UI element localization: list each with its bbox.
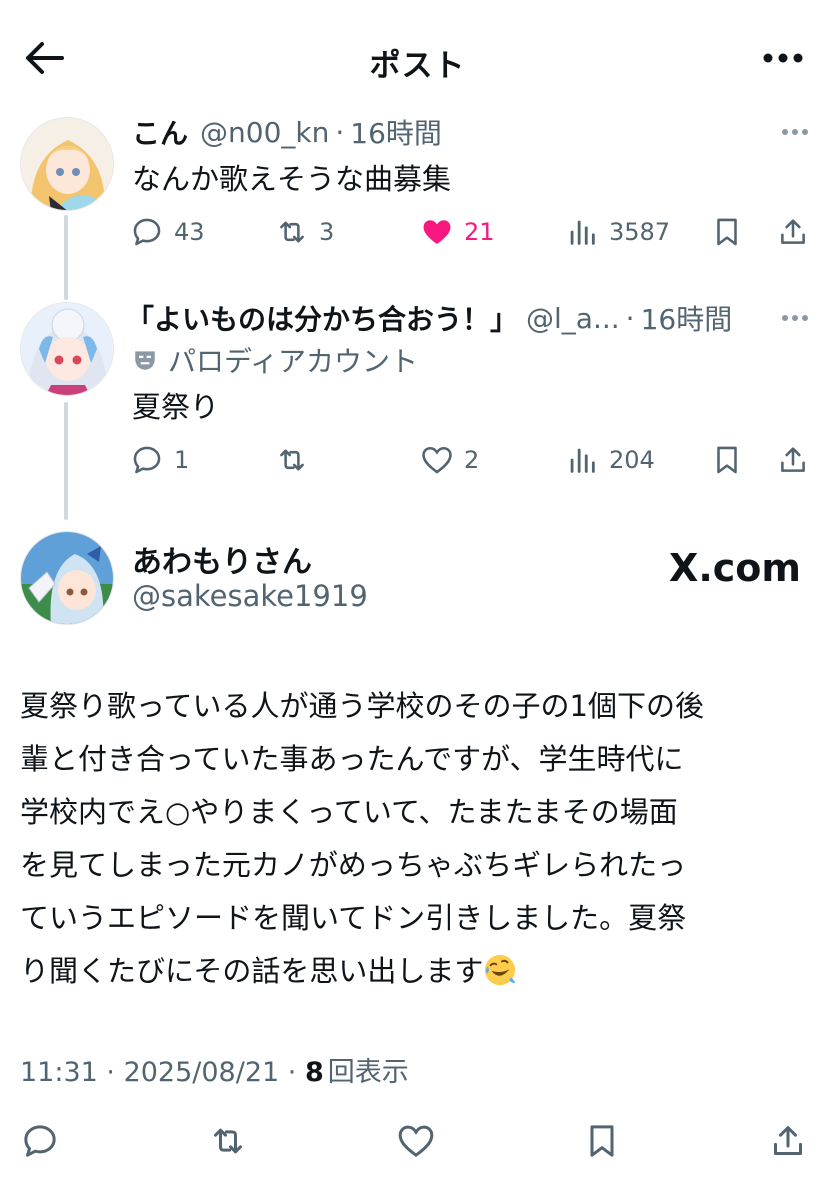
reply-icon	[133, 446, 161, 474]
reply-button[interactable]: 1	[130, 438, 189, 482]
display-name[interactable]: あわもりさん	[132, 537, 312, 581]
repost-button[interactable]	[275, 438, 319, 482]
like-button[interactable]: 2	[420, 438, 479, 482]
post-text: 夏祭り歌っている人が通う学校のその子の1個下の後 輩と付き合っていた事あったんで…	[20, 680, 820, 998]
repost-button[interactable]	[206, 1119, 250, 1163]
post-menu-button[interactable]	[777, 308, 813, 328]
more-button[interactable]	[761, 44, 805, 72]
heart-icon	[422, 446, 452, 474]
page-title: ポスト	[369, 48, 466, 84]
views-button[interactable]: 3587	[565, 210, 670, 254]
heart-filled-icon	[423, 220, 451, 245]
reply-button[interactable]	[18, 1119, 62, 1163]
share-icon	[774, 1126, 802, 1155]
post-date[interactable]: 2025/08/21	[124, 1057, 280, 1088]
post-time[interactable]: 11:31	[20, 1057, 98, 1088]
heart-icon	[398, 1125, 434, 1158]
thread-line	[64, 402, 68, 520]
reply-icon	[24, 1125, 56, 1157]
reply-icon	[133, 218, 161, 246]
post-text-line: 輩と付き合っていた事あったんですが、学生時代に	[20, 742, 684, 776]
reply-text: 夏祭り	[132, 390, 220, 424]
post-text-line: り聞くたびにその話を思い出します	[20, 954, 484, 988]
views-count: 204	[609, 446, 655, 474]
x-com-watermark: X.com	[669, 546, 801, 590]
user-handle[interactable]: @n00_kn	[200, 116, 329, 149]
share-button[interactable]	[776, 438, 810, 482]
post-text-line-last: り聞くたびにその話を思い出します	[20, 945, 820, 998]
views-chart-icon	[570, 448, 595, 473]
reply-header: 「よいものは分かち合おう！」 @l_a... · 16時間	[126, 298, 733, 338]
repost-count: 3	[319, 218, 335, 246]
repost-button[interactable]: 3	[275, 210, 334, 254]
separator-dot: ·	[625, 301, 635, 335]
display-name[interactable]: 「よいものは分かち合おう！」	[126, 298, 518, 338]
avatar[interactable]	[20, 531, 114, 625]
display-name[interactable]: こん	[132, 112, 188, 152]
post-text-line: を見てしまった元カノがめっちゃぶちギレられたっ	[20, 848, 687, 882]
reply-count: 43	[174, 218, 205, 246]
repost-icon	[214, 1128, 242, 1154]
reply-text: なんか歌えそうな曲募集	[132, 162, 452, 196]
user-handle[interactable]: @l_a...	[526, 302, 620, 335]
share-icon	[781, 447, 805, 472]
bookmark-button[interactable]	[710, 210, 744, 254]
action-bar: 43 3 21 3587	[130, 210, 820, 254]
thread-line	[64, 215, 68, 300]
bookmark-button[interactable]	[580, 1119, 624, 1163]
post-time[interactable]: 16時間	[350, 112, 442, 152]
action-bar: 1 2 204	[130, 438, 820, 482]
avatar[interactable]	[20, 117, 114, 211]
separator-dot: ·	[335, 115, 345, 149]
bookmark-button[interactable]	[710, 438, 744, 482]
post-meta: 11:31 · 2025/08/21 · 8 回表示	[20, 1057, 409, 1088]
like-count: 21	[464, 218, 495, 246]
post-text-line: 夏祭り歌っている人が通う学校のその子の1個下の後	[20, 689, 705, 723]
post-menu-button[interactable]	[777, 122, 813, 142]
like-button[interactable]	[394, 1119, 438, 1163]
reply-count: 1	[174, 446, 190, 474]
share-button[interactable]	[776, 210, 810, 254]
bookmark-icon	[717, 446, 737, 474]
share-button[interactable]	[766, 1119, 810, 1163]
post-time[interactable]: 16時間	[641, 298, 733, 338]
share-icon	[781, 219, 805, 244]
view-count: 8	[304, 1057, 324, 1088]
repost-icon	[280, 221, 304, 243]
avatar[interactable]	[20, 302, 114, 396]
parody-badge: パロディアカウント	[132, 340, 418, 380]
user-handle[interactable]: @sakesake1919	[132, 579, 368, 613]
post-text-line: 学校内でえ○やりまくっていて、たまたまその場面	[20, 795, 678, 829]
mask-icon	[135, 351, 155, 370]
more-horizontal-icon	[763, 53, 803, 63]
views-button[interactable]: 204	[565, 438, 655, 482]
rolling-on-the-floor-laughing-emoji	[485, 954, 516, 986]
bookmark-icon	[590, 1125, 614, 1157]
reply-button[interactable]: 43	[130, 210, 205, 254]
parody-label: パロディアカウント	[168, 345, 419, 378]
top-bar: ポスト	[0, 0, 835, 112]
view-label: 回表示	[327, 1057, 409, 1088]
post-text-line: ていうエピソードを聞いてドン引きしました。夏祭	[20, 901, 687, 935]
views-chart-icon	[570, 220, 595, 245]
views-count: 3587	[609, 218, 671, 246]
like-button[interactable]: 21	[420, 210, 495, 254]
repost-icon	[280, 449, 304, 471]
like-count: 2	[464, 446, 480, 474]
bookmark-icon	[717, 218, 737, 246]
post-action-bar	[0, 1115, 835, 1167]
reply-header: こん @n00_kn · 16時間	[132, 112, 442, 152]
